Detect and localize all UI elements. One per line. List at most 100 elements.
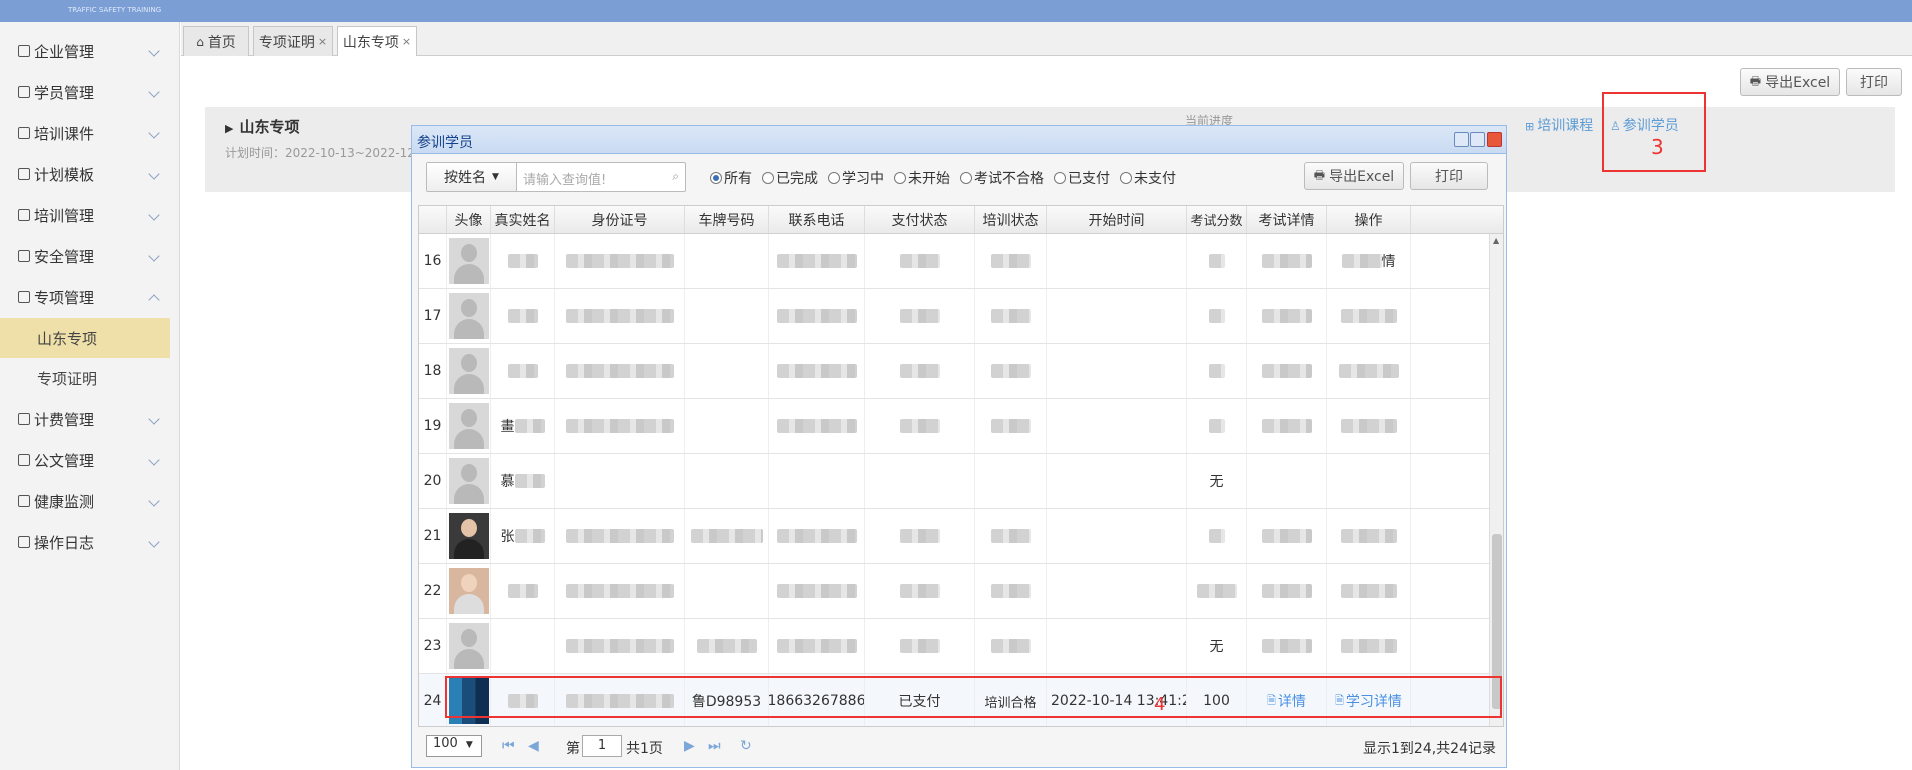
redacted-train bbox=[990, 584, 1031, 598]
maximize-icon[interactable] bbox=[1470, 132, 1485, 147]
sidebar-item-safety[interactable]: 安全管理 bbox=[0, 236, 180, 276]
redacted-phone bbox=[776, 419, 857, 433]
redacted-name bbox=[514, 474, 545, 488]
filter-not-started[interactable]: 未开始 bbox=[894, 168, 950, 188]
start-cell bbox=[1047, 454, 1187, 508]
redacted-name bbox=[514, 419, 545, 433]
redacted-op bbox=[1340, 309, 1397, 323]
pay-cell bbox=[865, 619, 975, 673]
close-icon[interactable]: × bbox=[402, 35, 411, 48]
page-size-select[interactable]: 100 ▼ bbox=[426, 735, 482, 757]
col-pay[interactable]: 支付状态 bbox=[865, 206, 975, 233]
tab-certificate[interactable]: 专项证明 × bbox=[253, 26, 333, 56]
col-name[interactable]: 真实姓名 bbox=[491, 206, 555, 233]
avatar-cell bbox=[447, 234, 491, 288]
plate-cell bbox=[685, 564, 769, 618]
close-icon[interactable]: × bbox=[318, 35, 327, 48]
last-page-icon[interactable]: ⏭ bbox=[708, 738, 721, 754]
chevron-down-icon bbox=[148, 168, 160, 180]
avatar-cell bbox=[447, 619, 491, 673]
export-excel-button[interactable]: 🖶 导出Excel bbox=[1740, 68, 1840, 96]
name-cell bbox=[491, 344, 555, 398]
op-cell bbox=[1327, 454, 1411, 508]
avatar bbox=[448, 458, 489, 504]
minimize-icon[interactable] bbox=[1454, 132, 1469, 147]
table-row[interactable]: 18 bbox=[419, 344, 1489, 399]
col-phone[interactable]: 联系电话 bbox=[769, 206, 865, 233]
redacted-op bbox=[1338, 364, 1399, 378]
score-cell: 无 bbox=[1187, 454, 1247, 508]
redacted-phone bbox=[776, 309, 857, 323]
col-train[interactable]: 培训状态 bbox=[975, 206, 1047, 233]
search-icon[interactable]: ⌕ bbox=[672, 169, 679, 184]
redacted-exam bbox=[1261, 364, 1312, 378]
avatar bbox=[448, 403, 489, 449]
chevron-down-icon bbox=[148, 250, 160, 262]
avatar-cell bbox=[447, 509, 491, 563]
close-icon[interactable] bbox=[1487, 132, 1502, 147]
sidebar-item-courseware[interactable]: 培训课件 bbox=[0, 113, 180, 153]
redacted-phone bbox=[776, 364, 857, 378]
first-page-icon[interactable]: ⏮ bbox=[502, 738, 515, 754]
sidebar-subitem-certificate[interactable]: 专项证明 bbox=[0, 358, 170, 398]
phone-cell bbox=[769, 564, 865, 618]
tab-shandong[interactable]: 山东专项 × bbox=[337, 26, 417, 56]
sidebar-item-plan-templates[interactable]: 计划模板 bbox=[0, 154, 180, 194]
filter-learning[interactable]: 学习中 bbox=[828, 168, 884, 188]
table-row[interactable]: 17 bbox=[419, 289, 1489, 344]
col-op[interactable]: 操作 bbox=[1327, 206, 1411, 233]
table-row[interactable]: 16 情 bbox=[419, 234, 1489, 289]
table-row[interactable]: 23 无 bbox=[419, 619, 1489, 674]
scroll-up-icon[interactable]: ▲ bbox=[1493, 236, 1499, 245]
sidebar-item-label: 健康监测 bbox=[34, 492, 95, 511]
col-exam-detail[interactable]: 考试详情 bbox=[1247, 206, 1327, 233]
pay-cell bbox=[865, 289, 975, 343]
sidebar-item-documents[interactable]: 公文管理 bbox=[0, 440, 180, 480]
refresh-icon[interactable]: ↻ bbox=[740, 738, 752, 754]
prev-page-icon[interactable]: ◀ bbox=[528, 738, 539, 754]
redacted-exam bbox=[1261, 529, 1312, 543]
record-summary: 显示1到24,共24记录 bbox=[1363, 741, 1496, 757]
col-avatar[interactable]: 头像 bbox=[447, 206, 491, 233]
sidebar-item-logs[interactable]: 操作日志 bbox=[0, 522, 180, 562]
col-plate[interactable]: 车牌号码 bbox=[685, 206, 769, 233]
start-cell bbox=[1047, 234, 1187, 288]
sidebar-subitem-shandong[interactable]: 山东专项 bbox=[0, 318, 170, 358]
page-total: 共1页 bbox=[626, 741, 663, 757]
dialog-print-button[interactable]: 打印 bbox=[1410, 162, 1488, 190]
sidebar-item-label: 计划模板 bbox=[34, 165, 95, 184]
id-cell bbox=[555, 399, 685, 453]
start-cell bbox=[1047, 619, 1187, 673]
col-id[interactable]: 身份证号 bbox=[555, 206, 685, 233]
col-score[interactable]: 考试分数 bbox=[1187, 206, 1247, 233]
sidebar-item-enterprise[interactable]: 企业管理 bbox=[0, 31, 180, 71]
table-scrollbar[interactable]: ▲ bbox=[1489, 234, 1503, 726]
train-cell bbox=[975, 564, 1047, 618]
sidebar-item-health[interactable]: 健康监测 bbox=[0, 481, 180, 521]
filter-exam-failed[interactable]: 考试不合格 bbox=[960, 168, 1044, 188]
filter-all[interactable]: 所有 bbox=[710, 168, 752, 188]
table-row[interactable]: 20 慕 无 bbox=[419, 454, 1489, 509]
radio-icon bbox=[1054, 172, 1066, 184]
col-start[interactable]: 开始时间 bbox=[1047, 206, 1187, 233]
page-number-input[interactable]: 1 bbox=[582, 735, 622, 757]
filter-completed[interactable]: 已完成 bbox=[762, 168, 818, 188]
next-page-icon[interactable]: ▶ bbox=[684, 738, 695, 754]
sidebar-item-billing[interactable]: 计费管理 bbox=[0, 399, 180, 439]
sidebar-item-special[interactable]: 专项管理 bbox=[0, 277, 180, 317]
tab-home[interactable]: ⌂ 首页 bbox=[183, 26, 249, 56]
search-mode-select[interactable]: 按姓名 ▼ bbox=[427, 163, 517, 191]
redacted-name bbox=[514, 529, 545, 543]
filter-paid[interactable]: 已支付 bbox=[1054, 168, 1110, 188]
table-row[interactable]: 19 畫 bbox=[419, 399, 1489, 454]
dialog-export-button[interactable]: 🖶 导出Excel bbox=[1304, 162, 1404, 190]
filter-unpaid[interactable]: 未支付 bbox=[1120, 168, 1176, 188]
redacted-pay bbox=[899, 254, 940, 268]
search-input[interactable]: 请输入查询值! bbox=[523, 169, 606, 188]
sidebar-item-training[interactable]: 培训管理 bbox=[0, 195, 180, 235]
table-row[interactable]: 21 张 bbox=[419, 509, 1489, 564]
print-button[interactable]: 打印 bbox=[1846, 68, 1902, 96]
table-row[interactable]: 22 bbox=[419, 564, 1489, 619]
sidebar-item-students[interactable]: 学员管理 bbox=[0, 72, 180, 112]
link-courses[interactable]: ⊞ 培训课程 bbox=[1525, 115, 1593, 135]
